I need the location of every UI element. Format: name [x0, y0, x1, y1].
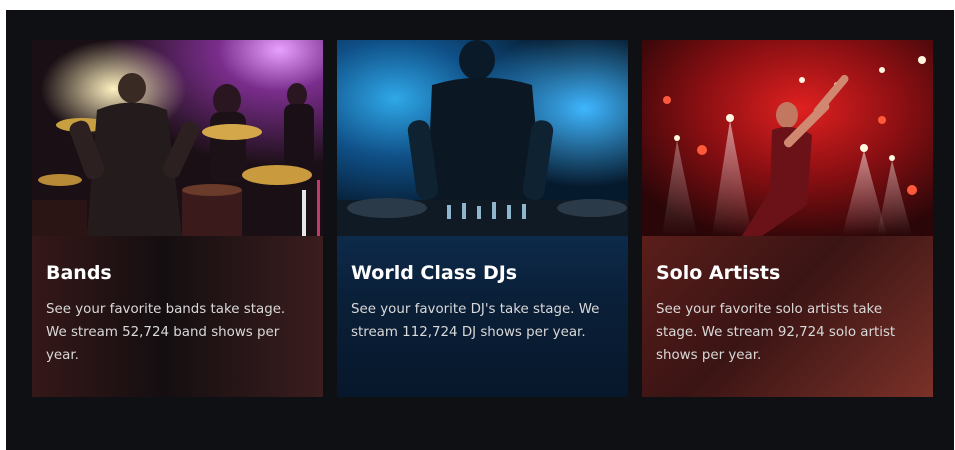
page-section: Bands See your favorite bands take stage…	[6, 10, 954, 450]
card-bands[interactable]: Bands See your favorite bands take stage…	[32, 40, 323, 397]
card-title: Bands	[46, 262, 112, 284]
card-body: World Class DJs See your favorite DJ's t…	[337, 236, 628, 397]
card-body: Solo Artists See your favorite solo arti…	[642, 236, 933, 397]
card-djs[interactable]: World Class DJs See your favorite DJ's t…	[337, 40, 628, 397]
card-title: World Class DJs	[351, 262, 518, 284]
card-description: See your favorite DJ's take stage. We st…	[351, 302, 600, 340]
card-body: Bands See your favorite bands take stage…	[32, 236, 323, 397]
card-title: Solo Artists	[656, 262, 781, 284]
card-description: See your favorite solo artists take stag…	[656, 302, 896, 363]
card-description: See your favorite bands take stage. We s…	[46, 302, 286, 363]
band-drummer-photo	[32, 40, 323, 236]
dj-mixer-photo	[337, 40, 628, 236]
solo-singer-photo	[642, 40, 933, 236]
card-solo-artists[interactable]: Solo Artists See your favorite solo arti…	[642, 40, 933, 397]
